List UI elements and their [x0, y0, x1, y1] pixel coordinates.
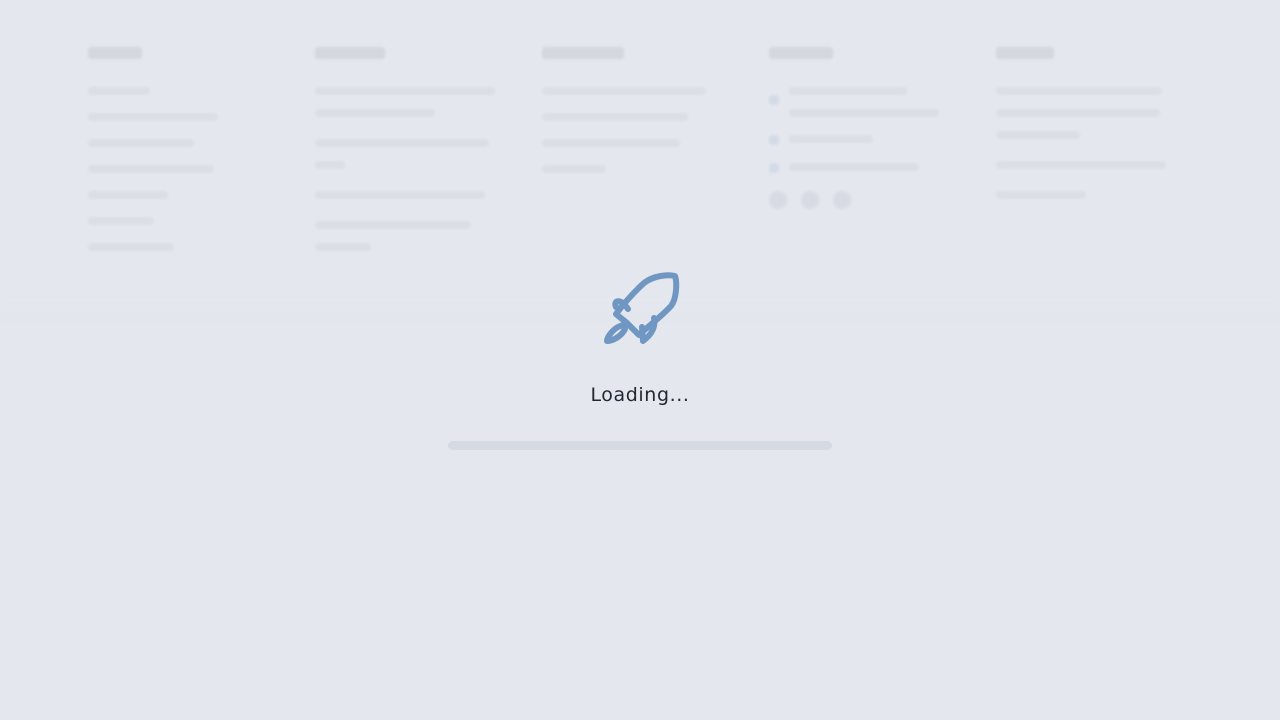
loading-text: Loading... [590, 384, 690, 406]
loading-screen: Loading... [0, 0, 1280, 720]
loading-overlay: Loading... [0, 0, 1280, 720]
rocket-icon [604, 272, 680, 344]
loading-progress-bar [448, 441, 832, 450]
